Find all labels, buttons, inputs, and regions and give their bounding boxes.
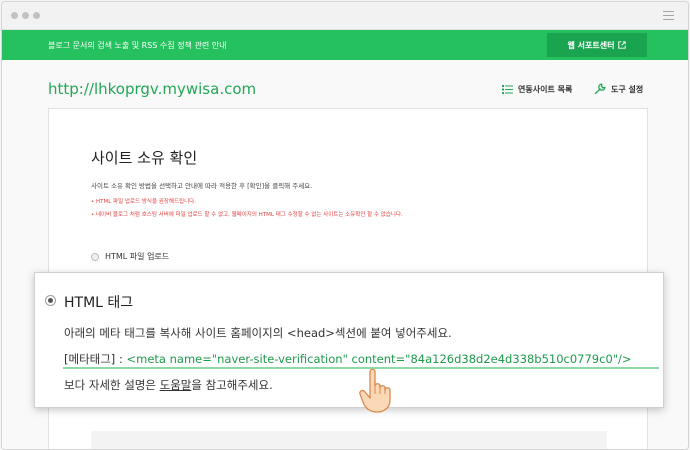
help-suffix: 을 참고해주세요. bbox=[191, 378, 273, 392]
option-html-file-upload[interactable]: HTML 파일 업로드 bbox=[91, 251, 169, 262]
tools-settings-link[interactable]: 도구 설정 bbox=[594, 83, 643, 95]
meta-tag-line: [메타태그] : <meta name="naver-site-verifica… bbox=[64, 351, 632, 367]
notice-bar: 블로그 문서의 검색 노출 및 RSS 수집 정책 관련 안내 웹 서포트센터 bbox=[2, 30, 688, 60]
meta-instruction: 아래의 메타 태그를 복사해 사이트 홈페이지의 <head>섹션에 붙여 넣어… bbox=[64, 326, 452, 340]
option-html-tag-label[interactable]: HTML 태그 bbox=[64, 292, 133, 312]
card-title: 사이트 소유 확인 bbox=[91, 149, 198, 167]
linked-sites-link[interactable]: 연동사이트 목록 bbox=[502, 84, 572, 95]
option-html-file-upload-label: HTML 파일 업로드 bbox=[105, 252, 170, 261]
window-dot[interactable] bbox=[33, 12, 40, 19]
window-dot[interactable] bbox=[22, 12, 29, 19]
hamburger-menu-icon[interactable] bbox=[663, 11, 674, 20]
meta-tag-label: [메타태그] : bbox=[64, 352, 127, 366]
wrench-icon bbox=[594, 83, 606, 95]
warning-note: • 네이버 블로그 처럼 호스팅 서버에 파일 업로드 할 수 없고, 웹페이지… bbox=[91, 212, 403, 218]
card-footer-area bbox=[91, 431, 607, 449]
recommend-note: • HTML 파일 업로드 방식을 권장해드립니다. bbox=[91, 199, 196, 205]
support-center-button[interactable]: 웹 서포트센터 bbox=[547, 33, 647, 57]
meta-tag-code[interactable]: <meta name="naver-site-verification" con… bbox=[126, 352, 631, 366]
list-icon bbox=[502, 85, 513, 94]
window-dot[interactable] bbox=[11, 12, 18, 19]
help-prefix: 보다 자세한 설명은 bbox=[64, 378, 160, 392]
tools-settings-label: 도구 설정 bbox=[611, 84, 644, 94]
html-tag-callout: HTML 태그 아래의 메타 태그를 복사해 사이트 홈페이지의 <head>섹… bbox=[34, 272, 664, 408]
support-center-label: 웹 서포트센터 bbox=[567, 40, 615, 50]
linked-sites-label: 연동사이트 목록 bbox=[518, 85, 573, 94]
site-url-title: http://lhkoprgv.mywisa.com bbox=[48, 80, 257, 98]
help-text: 보다 자세한 설명은 도움말을 참고해주세요. bbox=[64, 377, 273, 393]
card-description: 사이트 소유 확인 방법을 선택하고 안내에 따라 적용한 후 [확인]을 클릭… bbox=[91, 182, 313, 190]
pointing-hand-icon bbox=[359, 368, 391, 413]
external-link-icon bbox=[618, 41, 627, 49]
title-bar bbox=[2, 2, 688, 30]
help-link[interactable]: 도움말 bbox=[160, 378, 192, 392]
window-dots bbox=[11, 12, 40, 19]
radio-checked[interactable] bbox=[45, 295, 56, 306]
radio-unchecked[interactable] bbox=[91, 252, 99, 261]
notice-link[interactable]: 블로그 문서의 검색 노출 및 RSS 수집 정책 관련 안내 bbox=[48, 40, 226, 51]
